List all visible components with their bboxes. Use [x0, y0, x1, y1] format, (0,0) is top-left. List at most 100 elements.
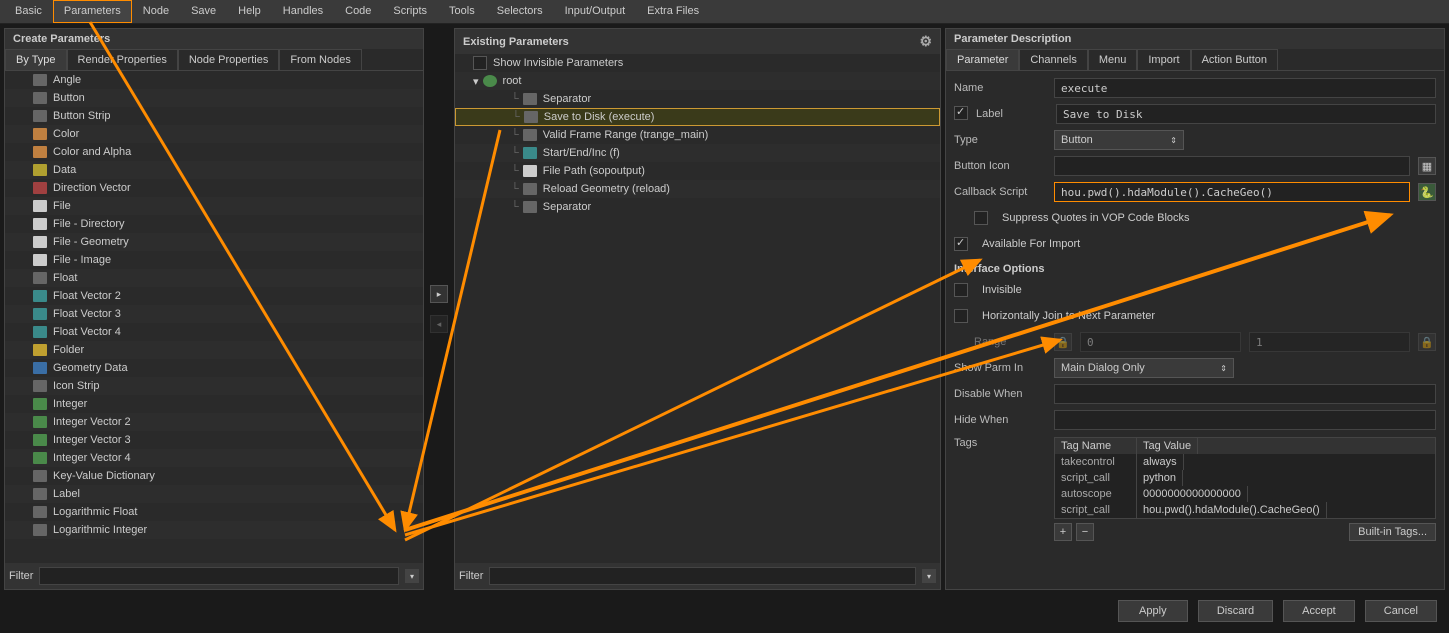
tab-channels[interactable]: Channels [1019, 49, 1087, 70]
menu-code[interactable]: Code [334, 0, 382, 23]
tags-table[interactable]: Tag Name Tag Value takecontrolalwaysscri… [1054, 437, 1436, 519]
tree-root[interactable]: ▾ root [455, 72, 940, 90]
tab-node-properties[interactable]: Node Properties [178, 49, 280, 70]
type-item[interactable]: Data [5, 161, 423, 179]
menu-selectors[interactable]: Selectors [486, 0, 554, 23]
menu-save[interactable]: Save [180, 0, 227, 23]
move-left-button[interactable]: ◂ [430, 315, 448, 333]
tag-row[interactable]: autoscope0000000000000000 [1055, 486, 1435, 502]
type-item[interactable]: Logarithmic Integer [5, 521, 423, 539]
filter-dropdown-icon[interactable]: ▾ [922, 569, 936, 583]
tab-render-properties[interactable]: Render Properties [67, 49, 178, 70]
menu-node[interactable]: Node [132, 0, 180, 23]
checkbox-icon[interactable] [473, 56, 487, 70]
type-item[interactable]: Button [5, 89, 423, 107]
type-item[interactable]: File - Directory [5, 215, 423, 233]
menu-help[interactable]: Help [227, 0, 272, 23]
type-item[interactable]: Color and Alpha [5, 143, 423, 161]
type-item[interactable]: Label [5, 485, 423, 503]
callback-field[interactable] [1054, 182, 1410, 202]
apply-button[interactable]: Apply [1118, 600, 1188, 622]
menu-input-output[interactable]: Input/Output [554, 0, 637, 23]
gear-icon[interactable]: ⚙ [919, 33, 932, 50]
show-invisible-toggle[interactable]: Show Invisible Parameters [455, 54, 940, 72]
type-item[interactable]: Direction Vector [5, 179, 423, 197]
type-select[interactable]: Button⇕ [1054, 130, 1184, 150]
discard-button[interactable]: Discard [1198, 600, 1273, 622]
tab-parameter[interactable]: Parameter [946, 49, 1019, 70]
icon-picker-button[interactable]: ▦ [1418, 157, 1436, 175]
add-tag-button[interactable]: + [1054, 523, 1072, 541]
menu-extra-files[interactable]: Extra Files [636, 0, 710, 23]
type-item[interactable]: Button Strip [5, 107, 423, 125]
tab-by-type[interactable]: By Type [5, 49, 67, 70]
callback-lang-button[interactable]: 🐍 [1418, 183, 1436, 201]
remove-tag-button[interactable]: − [1076, 523, 1094, 541]
disable-field[interactable] [1054, 384, 1436, 404]
type-item[interactable]: Integer Vector 2 [5, 413, 423, 431]
menu-parameters[interactable]: Parameters [53, 0, 132, 23]
type-item[interactable]: File - Geometry [5, 233, 423, 251]
type-item[interactable]: File [5, 197, 423, 215]
dialog-buttons: Apply Discard Accept Cancel [0, 594, 1449, 628]
param-item[interactable]: └Separator [455, 90, 940, 108]
type-item[interactable]: Angle [5, 71, 423, 89]
tag-row[interactable]: takecontrolalways [1055, 454, 1435, 470]
tab-menu[interactable]: Menu [1088, 49, 1138, 70]
tab-from-nodes[interactable]: From Nodes [279, 49, 362, 70]
showin-select[interactable]: Main Dialog Only⇕ [1054, 358, 1234, 378]
type-item[interactable]: Key-Value Dictionary [5, 467, 423, 485]
type-list[interactable]: AngleButtonButton StripColorColor and Al… [5, 71, 423, 563]
accept-button[interactable]: Accept [1283, 600, 1355, 622]
label-field[interactable] [1056, 104, 1436, 124]
label-checkbox[interactable] [954, 106, 968, 120]
existing-tree[interactable]: Show Invisible Parameters ▾ root └Separa… [455, 54, 940, 563]
hide-field[interactable] [1054, 410, 1436, 430]
type-item[interactable]: Float Vector 2 [5, 287, 423, 305]
menu-tools[interactable]: Tools [438, 0, 486, 23]
param-item[interactable]: └Separator [455, 198, 940, 216]
tag-row[interactable]: script_callhou.pwd().hdaModule().CacheGe… [1055, 502, 1435, 518]
invisible-checkbox[interactable] [954, 283, 968, 297]
tags-col-value: Tag Value [1137, 438, 1198, 454]
type-item[interactable]: Icon Strip [5, 377, 423, 395]
type-icon [33, 74, 47, 86]
builtin-tags-button[interactable]: Built-in Tags... [1349, 523, 1436, 541]
type-item[interactable]: Integer Vector 4 [5, 449, 423, 467]
type-item[interactable]: Integer [5, 395, 423, 413]
type-item[interactable]: File - Image [5, 251, 423, 269]
tab-action-button[interactable]: Action Button [1191, 49, 1278, 70]
filter-input[interactable] [489, 567, 916, 585]
tab-import[interactable]: Import [1137, 49, 1190, 70]
param-item[interactable]: └Reload Geometry (reload) [455, 180, 940, 198]
avail-checkbox[interactable] [954, 237, 968, 251]
filter-dropdown-icon[interactable]: ▾ [405, 569, 419, 583]
type-item[interactable]: Folder [5, 341, 423, 359]
type-item[interactable]: Geometry Data [5, 359, 423, 377]
tag-row[interactable]: script_callpython [1055, 470, 1435, 486]
hjoin-checkbox[interactable] [954, 309, 968, 323]
type-icon [33, 344, 47, 356]
menu-handles[interactable]: Handles [272, 0, 334, 23]
suppress-checkbox[interactable] [974, 211, 988, 225]
type-item[interactable]: Float Vector 4 [5, 323, 423, 341]
tags-label: Tags [954, 437, 1046, 449]
type-icon [33, 326, 47, 338]
param-item[interactable]: └Save to Disk (execute) [455, 108, 940, 126]
param-icon [523, 201, 537, 213]
type-item[interactable]: Float Vector 3 [5, 305, 423, 323]
name-field[interactable] [1054, 78, 1436, 98]
menu-scripts[interactable]: Scripts [382, 0, 438, 23]
filter-input[interactable] [39, 567, 399, 585]
param-item[interactable]: └File Path (sopoutput) [455, 162, 940, 180]
cancel-button[interactable]: Cancel [1365, 600, 1437, 622]
type-item[interactable]: Logarithmic Float [5, 503, 423, 521]
type-item[interactable]: Float [5, 269, 423, 287]
type-item[interactable]: Color [5, 125, 423, 143]
button-icon-field[interactable] [1054, 156, 1410, 176]
type-item[interactable]: Integer Vector 3 [5, 431, 423, 449]
move-right-button[interactable]: ▸ [430, 285, 448, 303]
menu-basic[interactable]: Basic [4, 0, 53, 23]
param-item[interactable]: └Valid Frame Range (trange_main) [455, 126, 940, 144]
param-item[interactable]: └Start/End/Inc (f) [455, 144, 940, 162]
